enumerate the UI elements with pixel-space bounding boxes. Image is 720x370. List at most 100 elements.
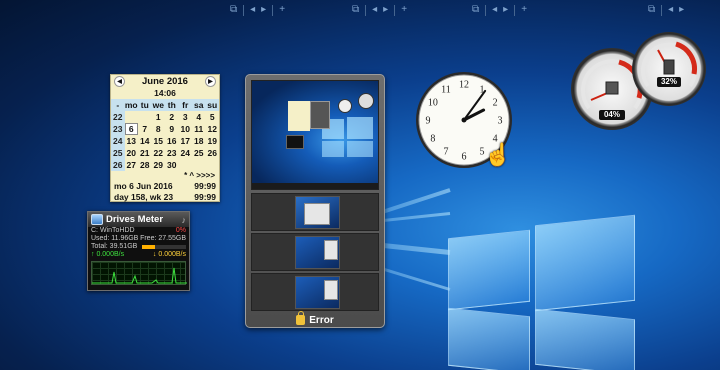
calendar-day[interactable]: 3: [179, 111, 193, 123]
calendar-time: 14:06: [154, 88, 176, 98]
prev-month-button[interactable]: ◀: [114, 76, 125, 87]
weekday-label: fr: [178, 99, 192, 111]
week-number: 24: [111, 135, 125, 147]
calendar-day[interactable]: 27: [125, 159, 139, 171]
calendar-day-line: day 158, wk 23 99:99: [111, 192, 219, 203]
calendar-day[interactable]: 1: [152, 111, 166, 123]
calendar-day[interactable]: 12: [206, 123, 220, 135]
weekday-label: -: [111, 99, 125, 111]
drives-meter-title-bar: Drives Meter ♪: [88, 212, 189, 227]
weekday-label: tu: [138, 99, 152, 111]
calendar-month: June 2016: [142, 76, 188, 87]
next-icon[interactable]: ▸: [261, 4, 266, 16]
calendar-day[interactable]: 17: [179, 135, 193, 147]
drive-percent: 0%: [175, 227, 186, 234]
add-icon[interactable]: +: [521, 4, 527, 16]
calendar-day[interactable]: 26: [206, 147, 220, 159]
prev-icon[interactable]: ◂: [372, 4, 377, 16]
calendar-day[interactable]: 24: [179, 147, 193, 159]
calendar-date-line: mo 6 Jun 2016 99:99: [111, 181, 219, 192]
drive-activity-graph: [91, 261, 187, 285]
window-thumbnail[interactable]: [251, 193, 379, 231]
next-icon[interactable]: ▸: [503, 4, 508, 16]
drive-space-row: Used: 11.96GB Free: 27.55GB: [88, 235, 189, 243]
calendar-day[interactable]: 14: [138, 135, 152, 147]
calendar-day[interactable]: 13: [125, 135, 139, 147]
calendar-day[interactable]: [138, 111, 152, 123]
calendar-day[interactable]: 28: [138, 159, 152, 171]
restore-icon[interactable]: ⧉: [648, 4, 655, 16]
calendar-day[interactable]: 4: [192, 111, 206, 123]
window-thumbnail[interactable]: [251, 273, 379, 311]
restore-icon[interactable]: ⧉: [230, 4, 237, 16]
calendar-day[interactable]: [179, 159, 193, 171]
window-switcher-gadget[interactable]: Error: [245, 74, 385, 328]
drives-meter-gadget[interactable]: Drives Meter ♪ C: WinToHDD 0% Used: 11.9…: [87, 211, 190, 291]
weekday-label: mo: [124, 99, 138, 111]
desktop-preview[interactable]: [251, 80, 379, 190]
calendar-week-row: 22 1 2 3 4 5: [111, 111, 219, 123]
next-icon[interactable]: ▸: [383, 4, 388, 16]
calendar-day[interactable]: 25: [192, 147, 206, 159]
drives-meter-title: Drives Meter: [106, 214, 164, 225]
restore-icon[interactable]: ⧉: [352, 4, 359, 16]
calendar-day[interactable]: 19: [206, 135, 220, 147]
top-controls-1: ⧉ ◂ ▸ +: [230, 3, 285, 17]
calendar-day[interactable]: 7: [138, 123, 152, 135]
calendar-day[interactable]: 9: [165, 123, 179, 135]
clock-number: 11: [441, 84, 451, 95]
calendar-day[interactable]: 8: [152, 123, 166, 135]
cpu-meter-value: 04%: [599, 110, 625, 120]
calendar-week-row: 24 13 14 15 16 17 18 19: [111, 135, 219, 147]
weekday-label: su: [205, 99, 219, 111]
calendar-day-text: day 158, wk 23: [114, 192, 174, 202]
calendar-day[interactable]: 2: [165, 111, 179, 123]
calendar-week-row: 23 6 7 8 9 10 11 12: [111, 123, 219, 135]
calendar-day[interactable]: 5: [206, 111, 220, 123]
calendar-day[interactable]: 10: [179, 123, 193, 135]
top-controls-2: ⧉ ◂ ▸ +: [352, 3, 407, 17]
calendar-day[interactable]: 30: [165, 159, 179, 171]
calendar-nav[interactable]: * ^ >>>>: [111, 171, 219, 181]
drive-total: Total: 39.51GB: [91, 243, 138, 250]
calendar-day[interactable]: 21: [138, 147, 152, 159]
add-icon[interactable]: +: [279, 4, 285, 16]
calendar-day[interactable]: 16: [165, 135, 179, 147]
calendar-day[interactable]: [125, 111, 139, 123]
calendar-weekday-header: - mo tu we th fr sa su: [111, 99, 219, 111]
calendar-day[interactable]: 29: [152, 159, 166, 171]
restore-icon[interactable]: ⧉: [472, 4, 479, 16]
settings-icon[interactable]: ♪: [182, 215, 187, 225]
drive-speed-row: ↑ 0.000B/s ↓ 0.000B/s: [88, 251, 189, 259]
ram-meter-gadget[interactable]: 32%: [632, 32, 706, 106]
analog-clock-gadget[interactable]: 12 1 2 3 4 5 6 7 8 9 10 11 ☝: [414, 70, 514, 170]
calendar-day[interactable]: [192, 159, 206, 171]
drive-free: Free: 27.55GB: [140, 235, 186, 242]
window-thumbnail-image: [295, 196, 340, 229]
week-number: 25: [111, 147, 125, 159]
week-number: 22: [111, 111, 125, 123]
calendar-day[interactable]: 11: [192, 123, 206, 135]
prev-icon[interactable]: ◂: [668, 4, 673, 16]
prev-icon[interactable]: ◂: [250, 4, 255, 16]
add-icon[interactable]: +: [401, 4, 407, 16]
calendar-gadget[interactable]: ◀ June 2016 ▶ 14:06 - mo tu we th fr sa …: [110, 74, 220, 202]
calendar-day[interactable]: 23: [165, 147, 179, 159]
calendar-day[interactable]: 18: [192, 135, 206, 147]
calendar-day[interactable]: 15: [152, 135, 166, 147]
next-icon[interactable]: ▸: [679, 4, 684, 16]
hand-cursor-icon: ☝: [484, 142, 512, 167]
calendar-day[interactable]: [206, 159, 220, 171]
calendar-week-row: 25 20 21 22 23 24 25 26: [111, 147, 219, 159]
window-thumbnail[interactable]: [251, 233, 379, 271]
weekday-label: we: [151, 99, 165, 111]
calendar-day[interactable]: 6: [124, 123, 139, 135]
read-speed: ↑ 0.000B/s: [91, 251, 125, 258]
calendar-day[interactable]: 22: [152, 147, 166, 159]
switcher-status-text: Error: [309, 314, 334, 326]
calendar-day[interactable]: 20: [125, 147, 139, 159]
next-month-button[interactable]: ▶: [204, 76, 216, 87]
calendar-date-text: mo 6 Jun 2016: [114, 181, 173, 191]
window-thumbnail-image: [295, 236, 340, 269]
prev-icon[interactable]: ◂: [492, 4, 497, 16]
